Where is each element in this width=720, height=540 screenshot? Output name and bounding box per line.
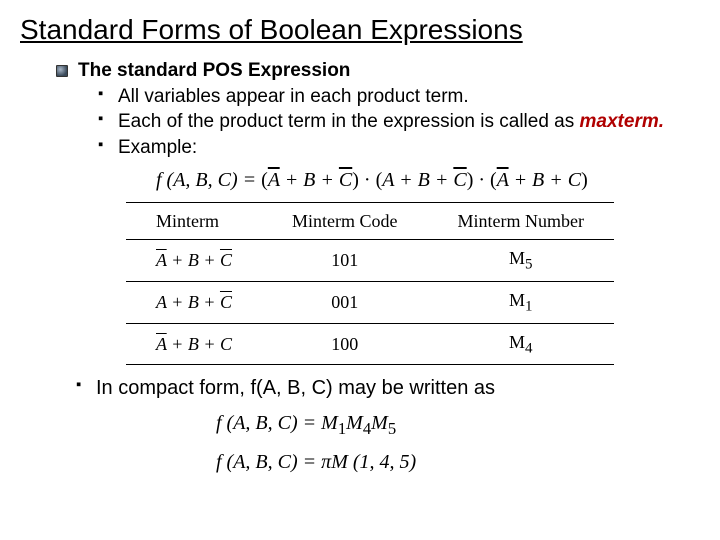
cell-code: 100 — [262, 323, 428, 365]
cell-num: M5 — [428, 239, 614, 281]
compact-form-line: In compact form, f(A, B, C) may be writt… — [56, 375, 700, 402]
slide-body: The standard POS Expression All variable… — [20, 58, 700, 476]
compact-equation-1: f (A, B, C) = M1M4M5 — [56, 410, 700, 441]
bullet-all-vars: All variables appear in each product ter… — [78, 84, 700, 110]
cell-expr: A + B + C — [126, 239, 262, 281]
col-code: Minterm Code — [262, 202, 428, 239]
table-row: A + B + C 001 M1 — [126, 281, 614, 323]
cell-num: M1 — [428, 281, 614, 323]
eq-lhs: f (A, B, C) = — [156, 169, 261, 191]
minterm-table: Minterm Minterm Code Minterm Number A + … — [126, 202, 614, 366]
cell-expr: A + B + C — [126, 323, 262, 365]
compact-equation-2: f (A, B, C) = πM (1, 4, 5) — [56, 449, 700, 476]
slide: Standard Forms of Boolean Expressions Th… — [0, 0, 720, 490]
cell-expr: A + B + C — [126, 281, 262, 323]
main-equation: f (A, B, C) = (A + B + C) · (A + B + C) … — [56, 167, 700, 194]
table-row: A + B + C 101 M5 — [126, 239, 614, 281]
col-minterm: Minterm — [126, 202, 262, 239]
pos-heading-item: The standard POS Expression All variable… — [56, 58, 700, 161]
cell-code: 101 — [262, 239, 428, 281]
cell-num: M4 — [428, 323, 614, 365]
pos-heading: The standard POS Expression — [78, 60, 350, 81]
table-row: A + B + C 100 M4 — [126, 323, 614, 365]
col-number: Minterm Number — [428, 202, 614, 239]
cell-code: 001 — [262, 281, 428, 323]
bullet-example: Example: — [78, 135, 700, 161]
table-header-row: Minterm Minterm Code Minterm Number — [126, 202, 614, 239]
slide-title: Standard Forms of Boolean Expressions — [20, 14, 700, 46]
bullet-maxterm-a: Each of the product term in the expressi… — [118, 111, 574, 132]
maxterm-word: maxterm. — [580, 111, 665, 132]
bullet-maxterm: Each of the product term in the expressi… — [78, 109, 700, 135]
